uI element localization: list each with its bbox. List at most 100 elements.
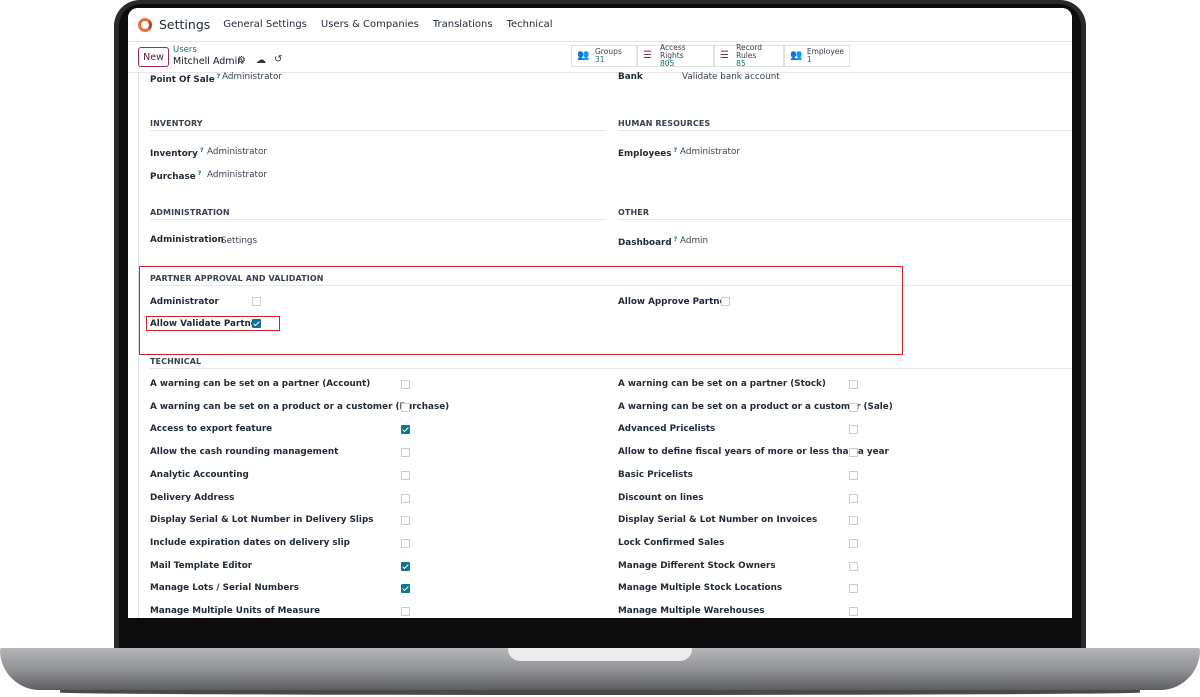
app-screen: Settings General Settings Users & Compan…: [128, 8, 1072, 618]
technical-right-option-checkbox[interactable]: [849, 425, 858, 434]
technical-right-option-label: Discount on lines: [618, 493, 704, 503]
technical-right-option-label: Manage Multiple Warehouses: [618, 606, 765, 616]
stat-employee[interactable]: 👥 Employee 1: [784, 45, 850, 67]
technical-right-option-checkbox[interactable]: [849, 539, 858, 548]
technical-left-option-label: Access to export feature: [150, 424, 273, 434]
breadcrumb-users[interactable]: Users: [173, 45, 197, 55]
stat-record-rules[interactable]: ☰ Record Rules 85: [714, 43, 784, 68]
technical-left-option-checkbox[interactable]: [401, 448, 410, 457]
technical-right-option-label: A warning can be set on a partner (Stock…: [618, 379, 826, 389]
discard-icon[interactable]: ↺: [274, 54, 282, 65]
section-human-resources: HUMAN RESOURCES: [618, 119, 711, 128]
technical-left-option-label: Allow the cash rounding management: [150, 447, 339, 457]
technical-left-option-label: Display Serial & Lot Number in Delivery …: [150, 515, 374, 525]
technical-left-option-checkbox[interactable]: [401, 584, 410, 593]
help-icon[interactable]: ?: [198, 169, 202, 177]
field-label-inventory: Inventory?: [150, 146, 204, 159]
technical-left-option-label: Mail Template Editor: [150, 561, 253, 571]
technical-left-option-checkbox[interactable]: [401, 380, 410, 389]
stat-access-label: Access Rights: [660, 43, 686, 60]
technical-right-option-checkbox[interactable]: [849, 584, 858, 593]
list-icon: ☰: [643, 50, 652, 61]
field-value-dashboard[interactable]: Admin: [680, 236, 708, 246]
technical-right-option-checkbox[interactable]: [849, 516, 858, 525]
divider: [150, 130, 606, 131]
technical-left-option-checkbox[interactable]: [401, 516, 410, 525]
help-icon[interactable]: ?: [200, 146, 204, 154]
section-inventory: INVENTORY: [150, 119, 203, 128]
field-label-employees: Employees?: [618, 146, 678, 159]
technical-left-option-checkbox[interactable]: [401, 471, 410, 480]
technical-left-option-checkbox[interactable]: [401, 607, 410, 616]
section-technical: TECHNICAL: [150, 357, 202, 366]
menu-users-companies[interactable]: Users & Companies: [321, 19, 419, 30]
technical-right-option-checkbox[interactable]: [849, 403, 858, 412]
technical-left-option-checkbox[interactable]: [401, 562, 410, 571]
laptop-shadow: [60, 690, 1140, 695]
divider: [618, 219, 1072, 220]
technical-right-option-label: Display Serial & Lot Number on Invoices: [618, 515, 818, 525]
divider: [150, 368, 1072, 369]
users-icon: 👥: [577, 50, 590, 61]
menu-translations[interactable]: Translations: [433, 19, 493, 30]
menu-technical[interactable]: Technical: [507, 19, 553, 30]
technical-right-option-checkbox[interactable]: [849, 562, 858, 571]
field-label-pos: Point Of Sale?: [150, 72, 221, 85]
help-icon[interactable]: ?: [674, 235, 678, 243]
user-form: Point Of Sale? Administrator Bank Valida…: [138, 72, 1072, 618]
field-value-bank[interactable]: Validate bank account: [682, 72, 780, 82]
help-icon[interactable]: ?: [673, 146, 677, 154]
control-panel: New Users Mitchell Admin ⚙ ☁ ↺ 👥 Groups …: [128, 43, 1072, 73]
stat-rules-label: Record Rules: [736, 43, 763, 60]
field-value-purchase[interactable]: Administrator: [207, 170, 267, 180]
save-cloud-icon[interactable]: ☁: [256, 55, 266, 66]
field-value-employees[interactable]: Administrator: [680, 147, 740, 157]
stat-employee-value: 1: [806, 55, 812, 64]
odoo-logo-icon[interactable]: [138, 17, 152, 32]
divider: [150, 219, 606, 220]
technical-right-option-checkbox[interactable]: [849, 380, 858, 389]
laptop-notch: [508, 648, 692, 661]
technical-right-option-checkbox[interactable]: [849, 448, 858, 457]
stat-access-rights[interactable]: ☰ Access Rights 805: [637, 43, 714, 68]
technical-left-option-checkbox[interactable]: [401, 494, 410, 503]
new-button[interactable]: New: [138, 47, 169, 67]
highlight-partner-section: [139, 266, 903, 355]
field-value-inventory[interactable]: Administrator: [207, 147, 267, 157]
section-administration: ADMINISTRATION: [150, 208, 230, 217]
stat-groups-value: 31: [595, 55, 605, 64]
app-title[interactable]: Settings: [159, 17, 210, 32]
menu-general-settings[interactable]: General Settings: [223, 19, 307, 30]
technical-right-option-checkbox[interactable]: [849, 471, 858, 480]
technical-right-option-label: Advanced Pricelists: [618, 424, 716, 434]
field-label-bank: Bank: [618, 72, 643, 82]
technical-right-option-label: Lock Confirmed Sales: [618, 538, 725, 548]
breadcrumb-current: Mitchell Admin: [173, 56, 244, 67]
technical-left-option-label: Delivery Address: [150, 493, 235, 503]
section-other: OTHER: [618, 208, 650, 217]
stat-access-value: 805: [660, 59, 675, 68]
field-label-dashboard: Dashboard?: [618, 235, 678, 248]
stat-rules-value: 85: [736, 59, 746, 68]
technical-left-option-checkbox[interactable]: [401, 425, 410, 434]
technical-right-option-checkbox[interactable]: [849, 494, 858, 503]
technical-right-option-checkbox[interactable]: [849, 607, 858, 616]
field-value-pos[interactable]: Administrator: [222, 72, 282, 82]
gear-icon[interactable]: ⚙: [237, 55, 246, 66]
highlight-allow-validate-partner: [146, 316, 280, 331]
technical-left-option-label: Manage Multiple Units of Measure: [150, 606, 321, 616]
stat-groups[interactable]: 👥 Groups 31: [571, 45, 637, 67]
technical-left-option-label: Analytic Accounting: [150, 470, 249, 480]
technical-right-option-label: Basic Pricelists: [618, 470, 693, 480]
technical-left-option-checkbox[interactable]: [401, 539, 410, 548]
technical-left-option-label: Include expiration dates on delivery sli…: [150, 538, 350, 548]
users-icon: 👥: [790, 50, 803, 61]
technical-right-option-label: Manage Different Stock Owners: [618, 561, 776, 571]
stat-employee-label: Employee: [806, 47, 844, 56]
divider: [618, 130, 1072, 131]
technical-left-option-checkbox[interactable]: [401, 403, 410, 412]
field-label-administration: Administration: [150, 235, 224, 245]
field-value-administration[interactable]: Settings: [221, 236, 257, 246]
technical-right-option-label: Manage Multiple Stock Locations: [618, 583, 783, 593]
technical-left-option-label: Manage Lots / Serial Numbers: [150, 583, 299, 593]
